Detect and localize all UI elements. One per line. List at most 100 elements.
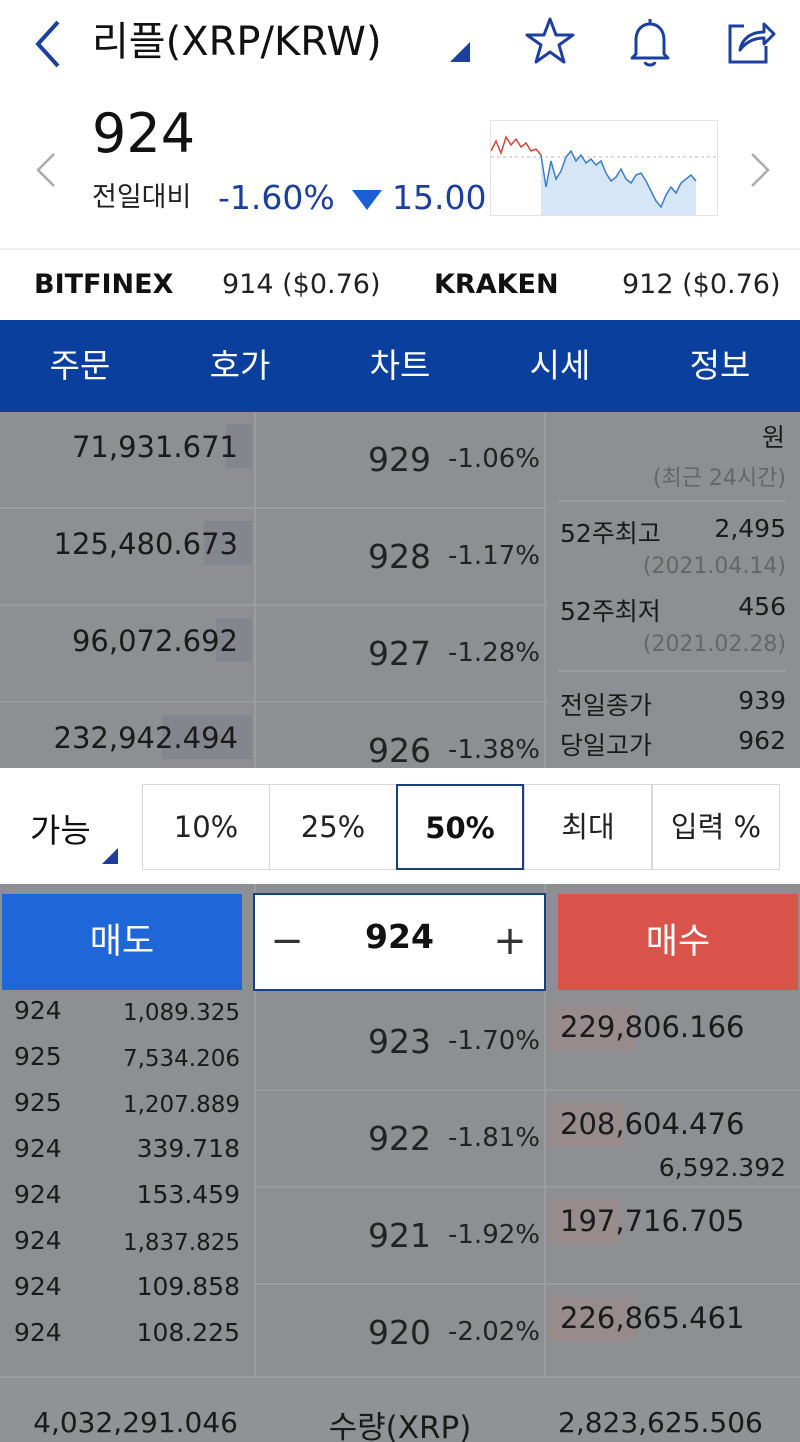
- trade-price: 925: [14, 1042, 62, 1071]
- tab-label: 주문: [49, 346, 111, 385]
- bid-price-row[interactable]: 923 -1.70%: [256, 994, 548, 1091]
- caret-icon: [284, 382, 300, 439]
- page-title[interactable]: 리플(XRP/KRW): [92, 14, 382, 70]
- caret-icon: [102, 848, 118, 864]
- ask-price-row[interactable]: 928 -1.17%: [256, 509, 548, 606]
- bid-row[interactable]: 208,604.476 6,592.392: [546, 1091, 800, 1188]
- ask-price-row[interactable]: 929 -1.06%: [256, 412, 548, 509]
- bid-rate: -1.70%: [448, 1026, 540, 1056]
- bid-price: 922: [368, 1119, 431, 1158]
- percent-50-button[interactable]: 50%: [396, 784, 524, 870]
- trade-qty: 1,837.825: [122, 1230, 240, 1256]
- ask-row[interactable]: 71,931.671: [0, 412, 254, 509]
- percent-10-button[interactable]: 10%: [142, 784, 270, 870]
- volume-totals: 4,032,291.046 수량(XRP) 2,823,625.506: [0, 1376, 800, 1442]
- back-icon[interactable]: [28, 14, 72, 74]
- amount-percent-selector: 가능 10% 25% 50% 최대 입력 %: [0, 768, 800, 884]
- ask-row[interactable]: 125,480.673: [0, 509, 254, 606]
- ask-total: 4,032,291.046: [33, 1406, 238, 1439]
- bid-price: 923: [368, 1022, 431, 1061]
- ask-rate: -1.17%: [448, 541, 540, 571]
- ask-price-row[interactable]: 927 -1.28%: [256, 606, 548, 703]
- price-stepper: − 924 +: [253, 893, 546, 991]
- sell-button[interactable]: 매도: [2, 894, 242, 990]
- bid-row[interactable]: 226,865.461: [546, 1285, 800, 1382]
- tab-orderbook[interactable]: 호가: [160, 320, 320, 439]
- ask-price: 926: [368, 731, 431, 770]
- trade-price: 924: [14, 1180, 62, 1209]
- bid-price-row[interactable]: 920 -2.02%: [256, 1285, 548, 1382]
- bid-volume: 208,604.476: [560, 1107, 745, 1141]
- ask-rate: -1.38%: [448, 735, 540, 765]
- ask-volume: 232,942.494: [53, 721, 239, 755]
- current-price: 924: [92, 102, 196, 165]
- tab-order[interactable]: 주문: [0, 320, 160, 439]
- exchange-name: BITFINEX: [34, 269, 174, 300]
- tab-label: 차트: [369, 346, 431, 385]
- ask-row[interactable]: 96,072.692: [0, 606, 254, 703]
- bid-rate: -1.92%: [448, 1220, 540, 1250]
- ask-volume: 71,931.671: [71, 430, 238, 464]
- trade-qty: 108.225: [136, 1318, 240, 1347]
- tab-market[interactable]: 시세: [480, 320, 640, 412]
- tab-chart[interactable]: 차트: [320, 320, 480, 412]
- bid-row[interactable]: 229,806.166: [546, 994, 800, 1091]
- bid-volume: 229,806.166: [560, 1010, 745, 1044]
- plus-button[interactable]: +: [490, 913, 530, 969]
- bell-icon[interactable]: [622, 14, 678, 70]
- tab-info[interactable]: 정보: [640, 320, 800, 412]
- minus-button[interactable]: −: [267, 913, 307, 969]
- bid-total: 2,823,625.506: [558, 1406, 763, 1439]
- percent-max-button[interactable]: 최대: [524, 784, 652, 870]
- trade-qty: 109.858: [136, 1272, 240, 1301]
- percent-input-button[interactable]: 입력 %: [652, 784, 780, 870]
- down-triangle-icon: [352, 190, 382, 210]
- trade-price: 924: [14, 1134, 62, 1163]
- ask-price: 928: [368, 537, 431, 576]
- bid-price: 921: [368, 1216, 431, 1255]
- ask-volume: 125,480.673: [53, 527, 239, 561]
- trade-qty: 339.718: [136, 1134, 240, 1163]
- change-rate: -1.60%: [218, 178, 335, 217]
- bid-price-row[interactable]: 922 -1.81%: [256, 1091, 548, 1188]
- chevron-left-icon[interactable]: [34, 150, 58, 190]
- exchange-price: 912 ($0.76): [622, 269, 781, 300]
- available-label[interactable]: 가능: [30, 804, 91, 852]
- star-icon[interactable]: [522, 14, 578, 70]
- ask-price: 929: [368, 440, 431, 479]
- trade-price: 924: [14, 1226, 62, 1255]
- bid-price-row[interactable]: 921 -1.92%: [256, 1188, 548, 1285]
- change-label: 전일대비: [92, 182, 192, 213]
- bid-rate: -2.02%: [448, 1317, 540, 1347]
- bid-sub-volume: 6,592.392: [658, 1153, 786, 1182]
- change-amount: 15.00: [392, 178, 487, 217]
- share-icon[interactable]: [722, 14, 778, 70]
- trade-price: 924: [14, 1272, 62, 1301]
- ask-rate: -1.28%: [448, 638, 540, 668]
- chevron-right-icon[interactable]: [748, 150, 772, 190]
- bid-volume: 226,865.461: [560, 1301, 745, 1335]
- tab-label: 정보: [689, 346, 751, 385]
- ask-rate: -1.06%: [448, 444, 540, 474]
- price-summary: 924 전일대비 -1.60% 15.00: [0, 90, 800, 248]
- trade-price: 924: [14, 996, 62, 1025]
- exchange-name: KRAKEN: [434, 269, 559, 300]
- tab-label: 시세: [529, 346, 591, 385]
- percent-25-button[interactable]: 25%: [269, 784, 397, 870]
- bid-price: 920: [368, 1313, 431, 1352]
- trade-qty: 7,534.206: [122, 1046, 240, 1072]
- sparkline-chart[interactable]: [490, 120, 718, 216]
- bid-row[interactable]: 197,716.705: [546, 1188, 800, 1285]
- trade-qty: 153.459: [136, 1180, 240, 1209]
- tab-label: 호가: [209, 346, 271, 385]
- tab-bar: 주문 호가 차트 시세 정보: [0, 320, 800, 439]
- caret-down-icon[interactable]: [450, 42, 470, 62]
- caret-icon: [124, 382, 140, 439]
- ask-volume: 96,072.692: [71, 624, 238, 658]
- foreign-exchange-prices: BITFINEX 914 ($0.76) KRAKEN 912 ($0.76): [0, 248, 800, 320]
- trade-qty: 1,089.325: [122, 1000, 240, 1026]
- ask-price: 927: [368, 634, 431, 673]
- quantity-unit-label[interactable]: 수량(XRP): [254, 1402, 546, 1442]
- buy-button[interactable]: 매수: [558, 894, 798, 990]
- order-price[interactable]: 924: [315, 917, 484, 956]
